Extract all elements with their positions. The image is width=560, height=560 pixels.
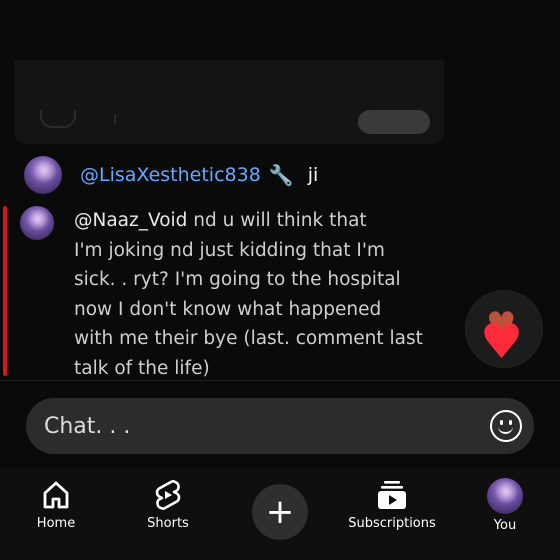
home-icon xyxy=(43,481,69,509)
avatar xyxy=(487,478,523,514)
previous-card-mark xyxy=(114,114,128,124)
nav-home[interactable]: Home xyxy=(28,478,84,531)
heart-icon[interactable]: ♥ xyxy=(480,318,523,366)
nav-subscriptions[interactable]: Subscriptions xyxy=(346,478,438,531)
avatar[interactable] xyxy=(20,206,54,240)
reply-line: sick. . ryt? I'm going to the hospital xyxy=(74,269,401,290)
reply-line: now I don't know what happened xyxy=(74,298,382,320)
chat-input[interactable] xyxy=(26,412,490,440)
divider xyxy=(0,380,560,381)
reply-line: talk of the life) xyxy=(74,357,210,379)
nav-you[interactable]: You xyxy=(478,478,532,533)
nav-home-label: Home xyxy=(36,516,76,531)
previous-card-icon xyxy=(40,110,76,128)
wrench-icon: 🔧 xyxy=(268,163,294,187)
nav-subscriptions-label: Subscriptions xyxy=(348,516,436,531)
plus-icon: + xyxy=(265,492,295,532)
comment-text: ji xyxy=(307,164,319,186)
nav-you-label: You xyxy=(493,518,517,533)
reply-line: nd u will think that xyxy=(193,210,367,231)
shorts-icon xyxy=(155,479,181,511)
nav-shorts-label: Shorts xyxy=(147,516,189,531)
previous-card xyxy=(14,60,444,144)
reply-text: @Naaz_Void nd u will think that I'm joki… xyxy=(74,206,454,383)
avatar[interactable] xyxy=(24,156,62,194)
author-handle[interactable]: @LisaXesthetic838 xyxy=(80,164,261,186)
highlight-bar xyxy=(3,206,7,376)
mention[interactable]: @Naaz_Void xyxy=(74,210,187,231)
chat-input-bar[interactable] xyxy=(26,398,534,454)
reply-line: with me their bye (last. comment last xyxy=(74,328,423,349)
subscriptions-icon xyxy=(378,481,406,509)
reply-line: I'm joking nd just kidding that I'm xyxy=(74,239,385,261)
create-button[interactable]: + xyxy=(252,484,308,540)
pinned-comment[interactable]: @LisaXesthetic838 🔧 ji xyxy=(24,156,318,194)
nav-shorts[interactable]: Shorts xyxy=(138,478,198,531)
smiley-icon[interactable] xyxy=(490,410,522,442)
previous-card-button[interactable] xyxy=(358,110,430,134)
